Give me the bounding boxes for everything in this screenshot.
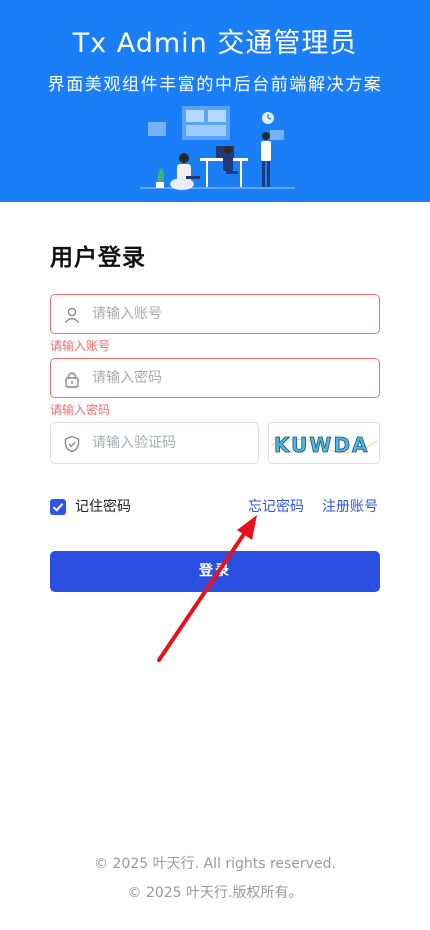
lock-icon (65, 372, 79, 388)
captcha-input[interactable]: 请输入验证码 (50, 422, 259, 464)
header-banner: Tx Admin 交通管理员 界面美观组件丰富的中后台前端解决方案 (0, 0, 430, 202)
captcha-image[interactable]: KUWDA (268, 422, 380, 464)
app-subtitle: 界面美观组件丰富的中后台前端解决方案 (47, 75, 383, 95)
login-button[interactable]: 登录 (50, 551, 380, 592)
checkmark-icon (52, 503, 64, 512)
captcha-text: KUWDA (274, 433, 370, 457)
shield-check-icon (64, 435, 80, 453)
remember-checkbox[interactable] (50, 499, 66, 515)
footer-copyright-en: © 2025 叶天行. All rights reserved. (94, 856, 336, 872)
office-illustration (140, 106, 295, 190)
captcha-placeholder: 请输入验证码 (92, 435, 176, 451)
login-title: 用户登录 (50, 245, 146, 271)
password-error: 请输入密码 (50, 403, 111, 417)
account-error: 请输入账号 (50, 339, 111, 353)
account-placeholder: 请输入账号 (92, 306, 162, 322)
password-placeholder: 请输入密码 (92, 370, 162, 386)
app-title: Tx Admin 交通管理员 (72, 28, 358, 59)
password-input[interactable]: 请输入密码 (50, 358, 380, 398)
register-link[interactable]: 注册账号 (322, 498, 378, 516)
footer-copyright-cn: © 2025 叶天行.版权所有。 (127, 885, 303, 901)
remember-label: 记住密码 (75, 499, 131, 515)
account-input[interactable]: 请输入账号 (50, 294, 380, 334)
user-icon (64, 307, 80, 323)
forgot-password-link[interactable]: 忘记密码 (248, 498, 304, 516)
